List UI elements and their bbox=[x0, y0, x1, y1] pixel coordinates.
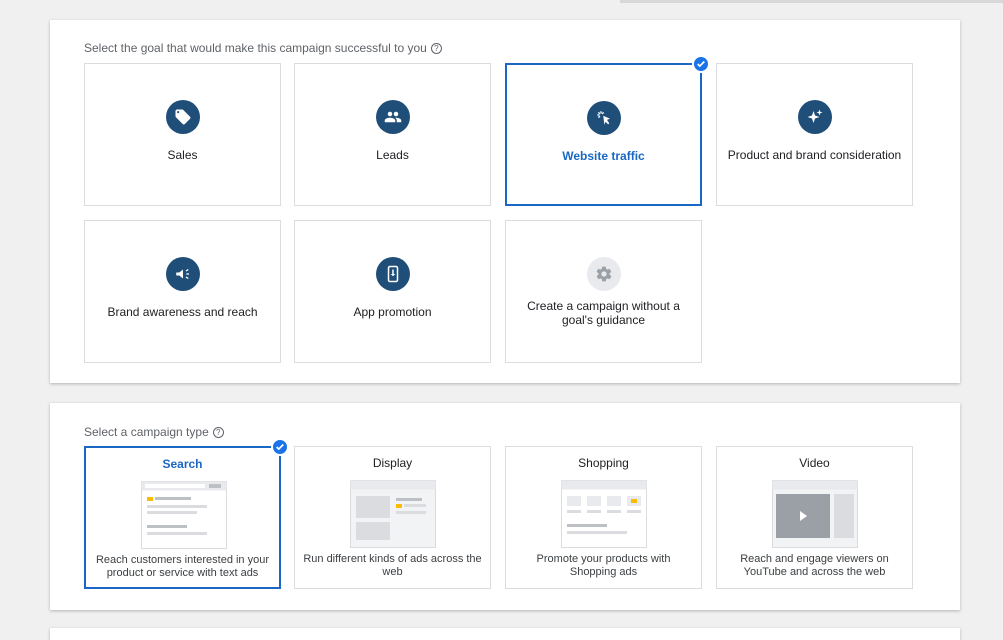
goal-card-product-brand-consideration[interactable]: Product and brand consideration bbox=[716, 63, 913, 206]
checkmark-icon bbox=[692, 55, 710, 73]
goal-card-leads[interactable]: Leads bbox=[294, 63, 491, 206]
type-title: Display bbox=[372, 456, 413, 470]
goal-panel: Select the goal that would make this cam… bbox=[50, 20, 960, 383]
type-desc: Reach and engage viewers on YouTube and … bbox=[740, 553, 889, 578]
type-card-search[interactable]: Search Reach customers interested in you… bbox=[84, 438, 289, 589]
goal-label: Website traffic bbox=[562, 149, 645, 163]
tag-icon bbox=[165, 100, 200, 134]
goal-label: Create a campaign without a goal's guida… bbox=[527, 299, 680, 327]
megaphone-icon bbox=[165, 257, 200, 291]
checkmark-icon bbox=[271, 438, 289, 456]
goal-card-brand-awareness[interactable]: Brand awareness and reach bbox=[84, 220, 281, 363]
sparkle-icon bbox=[797, 100, 832, 134]
display-ad-illustration bbox=[350, 480, 436, 548]
type-card-shopping[interactable]: Shopping Promote your products with Shop… bbox=[505, 446, 702, 589]
goal-card-website-traffic[interactable]: Website traffic bbox=[505, 55, 710, 206]
goal-card-app-promotion[interactable]: App promotion bbox=[294, 220, 491, 363]
help-icon[interactable]: ? bbox=[212, 426, 224, 438]
type-card-video[interactable]: Video Reach and engage viewers on YouTub… bbox=[716, 446, 913, 589]
type-title: Video bbox=[799, 456, 830, 470]
help-icon[interactable]: ? bbox=[430, 42, 442, 54]
top-divider bbox=[620, 0, 1003, 3]
type-title: Search bbox=[162, 457, 203, 471]
next-panel bbox=[50, 628, 960, 640]
shopping-ad-illustration bbox=[561, 480, 647, 548]
goal-label: Sales bbox=[167, 148, 198, 162]
type-desc: Reach customers interested in your produ… bbox=[95, 554, 270, 579]
video-ad-illustration bbox=[772, 480, 858, 548]
cursor-click-icon bbox=[586, 101, 621, 135]
goal-card-no-goal[interactable]: Create a campaign without a goal's guida… bbox=[505, 220, 702, 363]
search-ad-illustration bbox=[141, 481, 227, 549]
phone-download-icon bbox=[375, 257, 410, 291]
type-section-label: Select a campaign type ? bbox=[84, 425, 224, 439]
goal-card-sales[interactable]: Sales bbox=[84, 63, 281, 206]
goal-label: App promotion bbox=[353, 305, 432, 319]
people-icon bbox=[375, 100, 410, 134]
type-card-display[interactable]: Display Run different kinds of ads acros… bbox=[294, 446, 491, 589]
gear-icon bbox=[586, 257, 621, 291]
goal-section-label: Select the goal that would make this cam… bbox=[84, 41, 442, 55]
campaign-type-panel: Select a campaign type ? Search Reach cu… bbox=[50, 403, 960, 610]
goal-label: Product and brand consideration bbox=[727, 148, 902, 162]
type-desc: Run different kinds of ads across the we… bbox=[303, 553, 482, 578]
goal-label: Brand awareness and reach bbox=[107, 305, 258, 319]
type-desc: Promote your products with Shopping ads bbox=[536, 553, 671, 578]
goal-label: Leads bbox=[376, 148, 409, 162]
type-title: Shopping bbox=[578, 456, 629, 470]
